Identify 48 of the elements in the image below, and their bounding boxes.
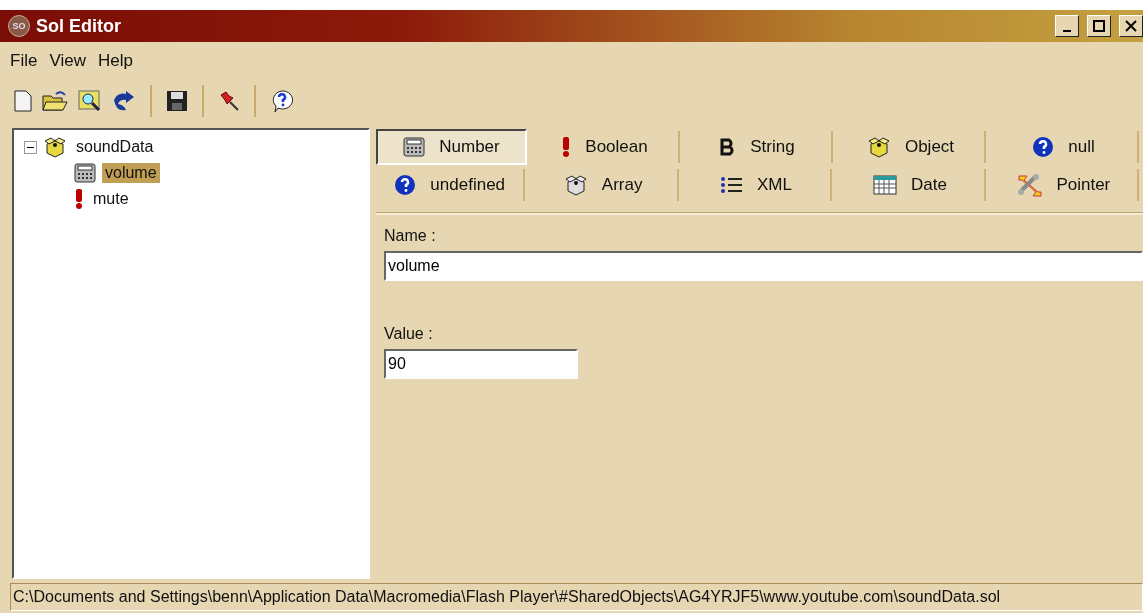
box-icon	[866, 136, 891, 158]
open-folder-icon[interactable]	[42, 90, 68, 112]
magnifier-icon[interactable]	[78, 90, 102, 112]
pushpin-icon[interactable]	[218, 90, 240, 112]
box-icon	[563, 174, 588, 196]
type-button[interactable]: Object	[837, 131, 986, 163]
maximize-button[interactable]	[1087, 15, 1111, 37]
new-file-icon[interactable]	[14, 90, 32, 112]
type-button[interactable]: XML	[682, 169, 833, 201]
calculator-icon	[74, 163, 96, 183]
name-field[interactable]: volume	[384, 251, 1143, 281]
type-button[interactable]: null	[990, 131, 1139, 163]
minimize-icon	[1063, 30, 1071, 32]
box-icon	[43, 136, 67, 158]
type-button[interactable]: Array	[529, 169, 679, 201]
maximize-icon	[1093, 20, 1105, 32]
calendar-icon	[872, 175, 897, 195]
type-button[interactable]: undefined	[376, 169, 526, 201]
bold-letter-icon	[720, 138, 737, 156]
menu-item[interactable]: Help	[97, 51, 133, 71]
tree-item[interactable]: soundData	[73, 137, 157, 157]
tree-item[interactable]: mute	[90, 189, 132, 209]
type-button[interactable]: Boolean	[531, 131, 680, 163]
menu-item[interactable]: File	[10, 51, 38, 71]
exclamation-icon	[561, 136, 572, 158]
name-label: Name :	[384, 227, 437, 245]
minimize-button[interactable]	[1055, 15, 1079, 37]
app-logo: SO	[8, 15, 30, 37]
type-button[interactable]: Pointer	[989, 169, 1140, 201]
close-button[interactable]	[1119, 15, 1143, 37]
window-title: Sol Editor	[36, 15, 122, 37]
type-button[interactable]: String	[684, 131, 833, 163]
close-icon	[1125, 20, 1137, 32]
value-field[interactable]: 90	[384, 349, 578, 379]
question-icon	[394, 174, 417, 196]
tree-item[interactable]: volume	[102, 163, 160, 183]
value-label: Value :	[384, 325, 434, 343]
collapse-toggle[interactable]	[24, 140, 37, 154]
question-icon	[1032, 136, 1055, 158]
list-icon	[721, 176, 744, 194]
calculator-icon	[403, 137, 426, 157]
help-icon[interactable]	[270, 89, 294, 113]
type-button[interactable]: Date	[836, 169, 986, 201]
exclamation-icon	[74, 188, 84, 210]
curved-arrow-icon[interactable]	[112, 90, 136, 112]
menu-item[interactable]: View	[49, 51, 86, 71]
status-bar: C:\Documents and Settings\benn\Application Data\Macromedia\Flash Player\#SharedObjects\AG4YRJF5\www.youtube.com\soundData.sol	[10, 583, 1143, 611]
type-button[interactable]: Number	[376, 129, 527, 165]
